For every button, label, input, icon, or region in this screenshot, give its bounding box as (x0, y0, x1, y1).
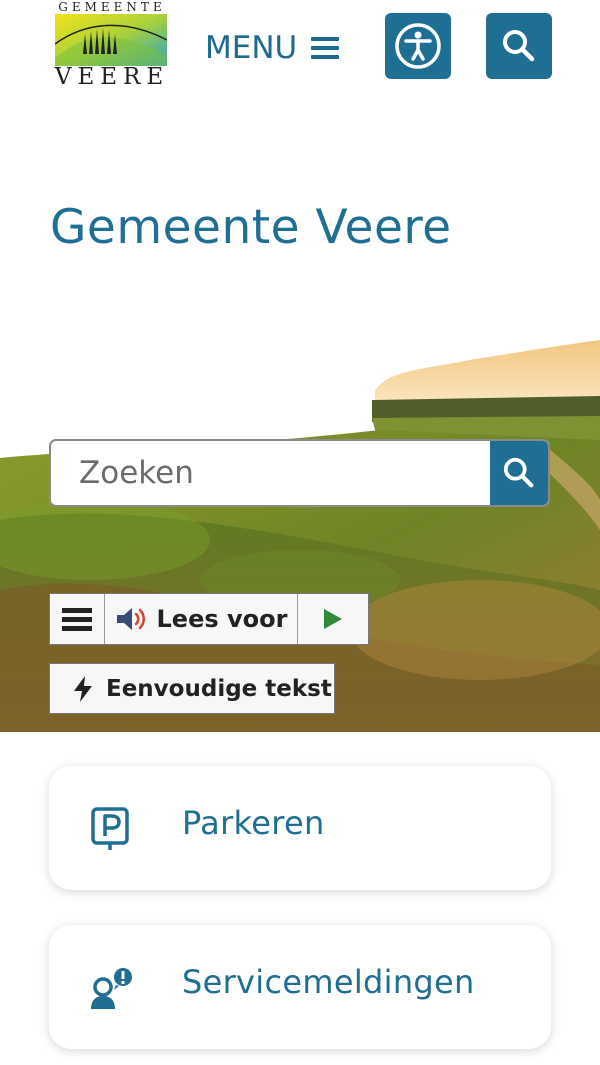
eenvoudige-tekst-button[interactable]: Eenvoudige tekst (49, 663, 335, 714)
card-servicemeldingen[interactable]: Servicemeldingen (49, 925, 551, 1049)
search-input[interactable] (51, 441, 491, 505)
logo-bottom-text: VEERE (54, 64, 170, 90)
card-label: Servicemeldingen (182, 963, 475, 1001)
search-icon (503, 30, 535, 62)
lees-voor-label: Lees voor (156, 605, 288, 633)
readspeaker-menu-button[interactable] (50, 594, 105, 644)
bolt-icon (74, 675, 92, 702)
parking-icon (91, 807, 129, 850)
card-label: Parkeren (182, 804, 325, 842)
menu-button[interactable]: MENU (205, 28, 340, 68)
search-icon (503, 457, 534, 488)
menu-label: MENU (205, 30, 298, 66)
lees-voor-button[interactable]: Lees voor (105, 594, 298, 644)
readspeaker-toolbar: Lees voor (49, 593, 369, 645)
header-search-button[interactable] (486, 13, 552, 79)
logo-graphic (55, 14, 167, 66)
card-parkeren[interactable]: Parkeren (49, 766, 551, 890)
gemeente-veere-logo[interactable]: GEMEENTE VEERE (52, 0, 172, 92)
accessibility-icon (395, 23, 441, 69)
hamburger-icon (62, 608, 92, 631)
play-button[interactable] (298, 594, 368, 644)
hamburger-icon (311, 37, 340, 59)
search-bar (49, 439, 550, 507)
eenvoudige-tekst-label: Eenvoudige tekst (106, 675, 332, 702)
play-icon (324, 609, 342, 629)
logo-top-text: GEMEENTE (58, 0, 166, 14)
page-title: Gemeente Veere (50, 200, 452, 255)
service-report-icon (91, 968, 132, 1009)
search-submit-button[interactable] (490, 441, 548, 505)
site-header: GEMEENTE VEERE MENU (0, 0, 600, 100)
accessibility-button[interactable] (385, 13, 451, 79)
speaker-icon (116, 608, 145, 630)
